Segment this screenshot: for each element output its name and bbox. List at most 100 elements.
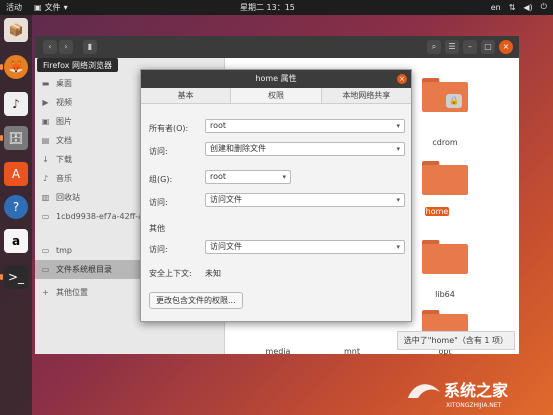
folder-label-mnt[interactable]: mnt: [329, 347, 375, 356]
forward-button[interactable]: ›: [59, 40, 73, 54]
document-icon: ▤: [41, 136, 50, 145]
power-icon: ⏻: [540, 2, 547, 11]
launcher-dock: 📦 🦊 ♪ 🗄 A ? a >_: [0, 15, 32, 415]
owner-access-value: 创建和删除文件: [210, 144, 266, 153]
keyboard-layout[interactable]: en: [491, 3, 501, 12]
search-icon[interactable]: ⌕: [427, 40, 441, 54]
tab-local-network-share[interactable]: 本地网络共享: [322, 88, 411, 103]
firefox-icon[interactable]: 🦊: [4, 55, 28, 79]
group-access-select[interactable]: 访问文件 ▾: [205, 193, 405, 207]
chevron-down-icon: ▾: [282, 173, 286, 181]
files-app-icon: ▣: [34, 3, 42, 12]
maximize-icon[interactable]: □: [481, 40, 495, 54]
tab-permissions[interactable]: 权限: [231, 88, 322, 103]
plus-icon: +: [42, 288, 49, 297]
svg-text:XITONGZHIJIA.NET: XITONGZHIJIA.NET: [446, 402, 502, 409]
folder-label-home[interactable]: home: [425, 207, 449, 216]
folder-body: [422, 244, 468, 274]
sidebar-item-label: tmp: [56, 246, 73, 255]
sidebar-item-label: 音乐: [56, 174, 72, 183]
folder-icon: ▬: [41, 79, 50, 88]
dock-tooltip: Firefox 网络浏览器: [37, 58, 119, 72]
sidebar-item-label: 视频: [56, 98, 72, 107]
folder-label-lib64[interactable]: lib64: [422, 290, 468, 299]
top-bar: 活动 ▣ 文件 ▾ 星期二 13：15 en ⇅ ◀) ⏻: [0, 0, 553, 15]
activities-button[interactable]: 活动: [6, 2, 22, 13]
owner-access-label: 访问:: [149, 147, 168, 156]
chevron-down-icon: ▾: [396, 122, 400, 130]
drive-icon: ▭: [41, 212, 50, 221]
back-button[interactable]: ‹: [43, 40, 57, 54]
close-icon[interactable]: ×: [397, 74, 407, 84]
other-access-label: 访问:: [149, 245, 168, 254]
other-access-value: 访问文件: [210, 242, 242, 251]
header-actions: ⌕ ☰ – □ ×: [427, 40, 513, 54]
app-menu[interactable]: ▣ 文件 ▾: [34, 2, 68, 13]
svg-text:系统之家: 系统之家: [444, 381, 509, 400]
file-manager-header: ‹ › ▮ ⌕ ☰ – □ ×: [35, 36, 519, 58]
other-access-select[interactable]: 访问文件 ▾: [205, 240, 405, 254]
owner-value: root: [210, 121, 227, 130]
sidebar-item-label: 桌面: [56, 79, 72, 88]
owner-access-select[interactable]: 创建和删除文件 ▾: [205, 142, 405, 156]
chevron-down-icon: ▾: [396, 145, 400, 153]
folder-icon-home[interactable]: [422, 161, 468, 195]
running-indicator-files: [0, 135, 3, 141]
network-icon: ⇅: [508, 2, 516, 12]
help-icon[interactable]: ?: [4, 195, 28, 219]
group-access-value: 访问文件: [210, 195, 242, 204]
sidebar-item-label: 下载: [56, 155, 72, 164]
folder-body: [422, 165, 468, 195]
chevron-down-icon: ▾: [63, 3, 68, 12]
installer-icon[interactable]: 📦: [4, 18, 28, 42]
tab-basic[interactable]: 基本: [141, 88, 232, 103]
dialog-title: home 属性: [141, 70, 411, 88]
view-list-icon[interactable]: ☰: [445, 40, 459, 54]
trash-icon: ▥: [41, 193, 50, 202]
group-label: 组(G):: [149, 175, 173, 184]
group-value: root: [210, 172, 227, 181]
sidebar-item-label: 图片: [56, 117, 72, 126]
watermark-graphic: 系统之家 XITONGZHIJIA.NET: [408, 381, 509, 409]
selection-status: 选中了"home"（含有 1 项）: [396, 331, 515, 350]
app-menu-label: 文件: [44, 3, 61, 12]
picture-icon: ▣: [41, 117, 50, 126]
running-indicator-terminal: [0, 274, 3, 280]
owner-select[interactable]: root ▾: [205, 119, 405, 133]
path-root-button[interactable]: ▮: [83, 40, 97, 54]
security-context-label: 安全上下文:: [149, 269, 192, 278]
download-icon: ↓: [42, 155, 49, 164]
system-tray[interactable]: en ⇅ ◀) ⏻: [491, 2, 547, 12]
security-context-value: 未知: [205, 269, 221, 278]
folder-label-media[interactable]: media: [255, 347, 301, 356]
terminal-icon[interactable]: >_: [4, 265, 28, 289]
drive-icon: ▭: [41, 246, 50, 255]
sidebar-item-label: 其他位置: [56, 288, 88, 297]
running-indicator: [0, 64, 3, 70]
watermark-logo: 系统之家 XITONGZHIJIA.NET: [404, 374, 550, 412]
change-permissions-button[interactable]: 更改包含文件的权限...: [149, 292, 243, 309]
dialog-tabs: 基本 权限 本地网络共享: [141, 88, 411, 104]
chevron-down-icon: ▾: [396, 196, 400, 204]
folder-icon-cdrom[interactable]: 🔒: [422, 78, 468, 112]
video-icon: ▶: [42, 98, 49, 107]
music-icon: ♪: [42, 174, 49, 183]
rhythmbox-icon[interactable]: ♪: [4, 92, 28, 116]
sidebar-item-label: 文件系统根目录: [56, 265, 112, 274]
folder-icon-lib64[interactable]: [422, 240, 468, 274]
software-center-icon[interactable]: A: [4, 162, 28, 186]
lock-icon: 🔒: [446, 94, 462, 108]
group-access-label: 访问:: [149, 198, 168, 207]
files-icon[interactable]: 🗄: [4, 126, 28, 150]
clock[interactable]: 星期二 13：15: [240, 2, 295, 13]
sidebar-item-label: 回收站: [56, 193, 80, 202]
amazon-icon[interactable]: a: [4, 229, 28, 253]
properties-dialog: home 属性 × 基本 权限 本地网络共享 所有者(O): root ▾ 访问:…: [140, 69, 412, 322]
volume-icon: ◀): [523, 2, 533, 12]
close-icon[interactable]: ×: [499, 40, 513, 54]
owner-label: 所有者(O):: [149, 124, 189, 133]
folder-label-cdrom[interactable]: cdrom: [422, 138, 468, 147]
group-select[interactable]: root ▾: [205, 170, 291, 184]
sidebar-item-label: 1cbd9938-ef7a-42ff-a78: [56, 212, 154, 221]
minimize-icon[interactable]: –: [463, 40, 477, 54]
